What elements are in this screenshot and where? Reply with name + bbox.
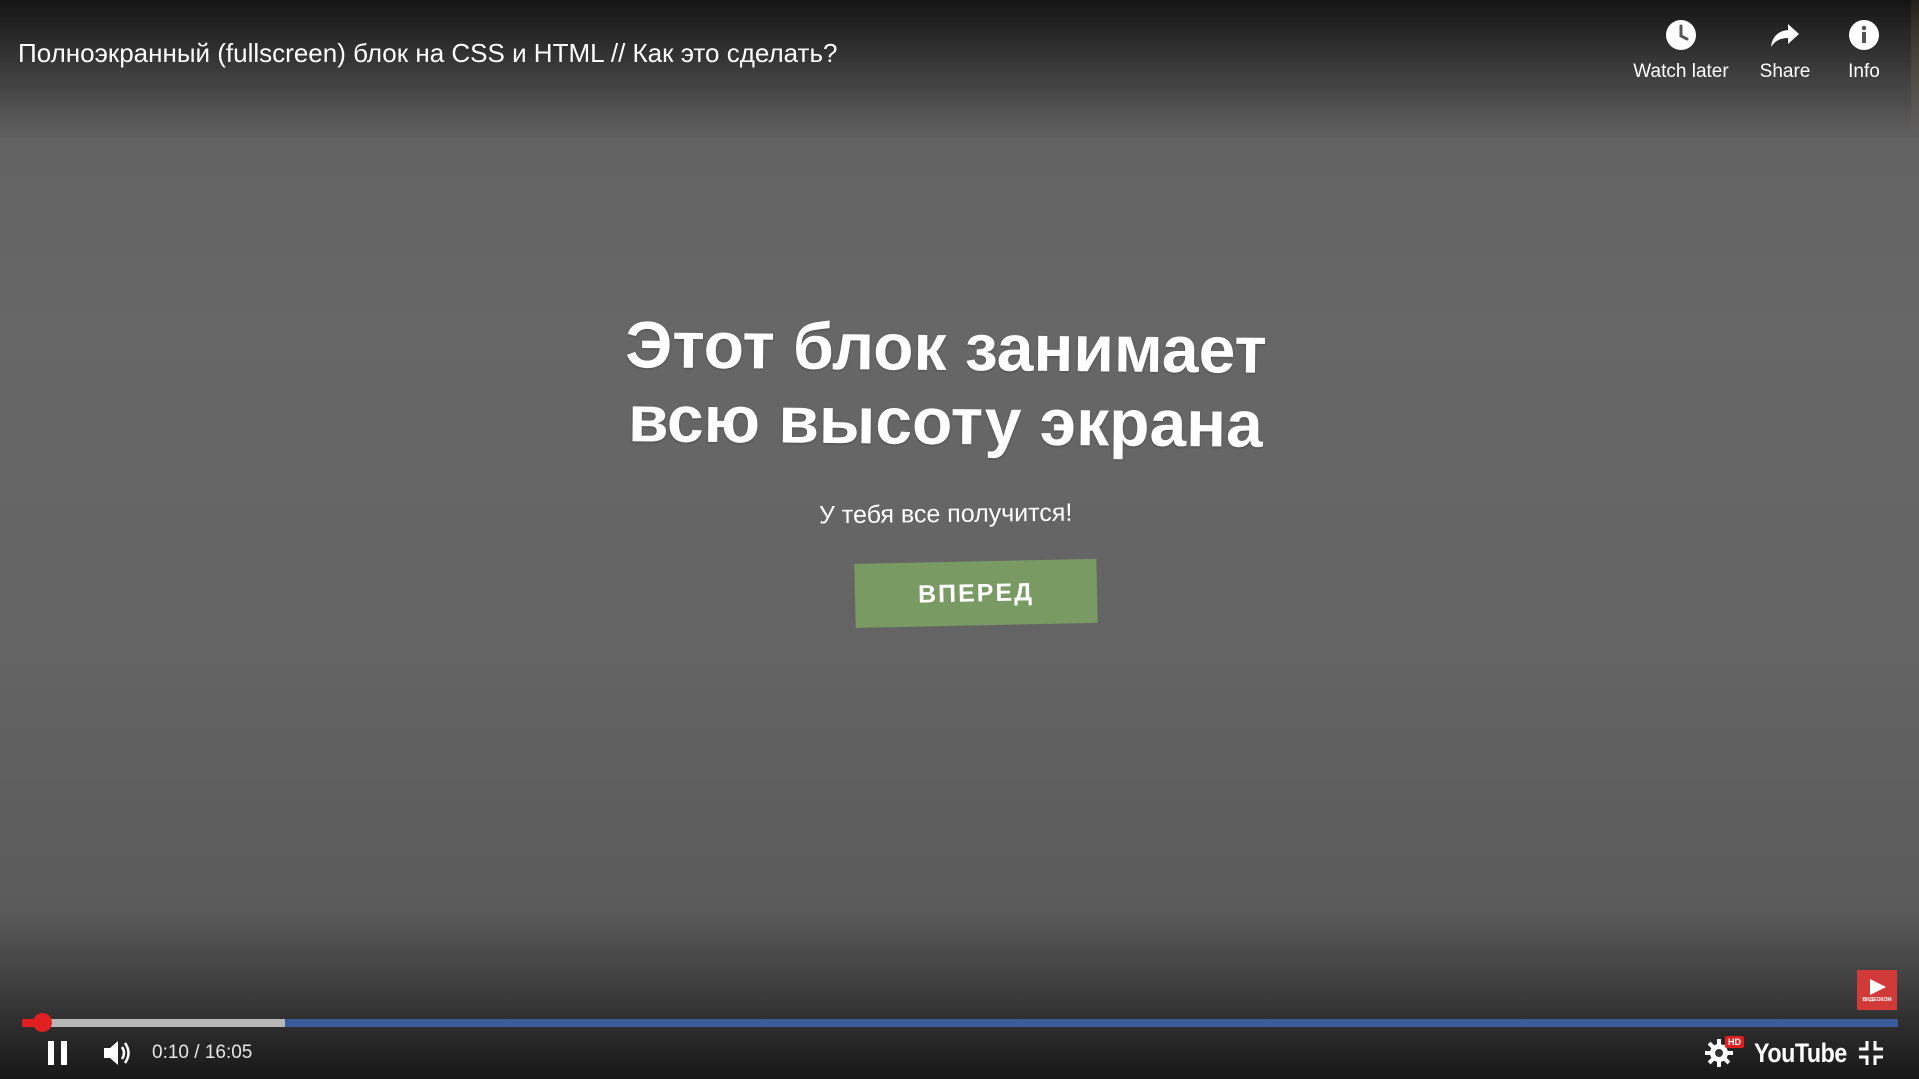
watch-later-button[interactable]: Watch later <box>1629 18 1733 83</box>
pause-icon <box>48 1041 67 1065</box>
fullscreen-block: Этот блок занимает всю высоту экрана У т… <box>0 307 1905 628</box>
settings-button[interactable]: HD <box>1700 1036 1744 1070</box>
channel-watermark[interactable]: ВИДЕОКОМ <box>1857 970 1897 1010</box>
share-label: Share <box>1759 61 1811 82</box>
info-icon <box>1849 20 1879 50</box>
volume-button[interactable] <box>102 1038 134 1068</box>
hero-title-line2: всю высоту экрана <box>627 381 1263 461</box>
exit-fullscreen-icon <box>1859 1041 1883 1065</box>
hero-subtitle: У тебя все получится! <box>818 498 1073 530</box>
top-actions: Watch later Share Info <box>1629 18 1891 83</box>
hero-title: Этот блок занимает всю высоту экрана <box>624 307 1267 461</box>
exit-fullscreen-button[interactable] <box>1856 1038 1886 1068</box>
forward-button[interactable]: ВПЕРЕД <box>853 558 1098 628</box>
play-logo-icon <box>1870 979 1886 995</box>
progress-scrubber[interactable] <box>33 1013 53 1032</box>
channel-watermark-text: ВИДЕОКОМ <box>1862 997 1892 1003</box>
info-label: Info <box>1848 61 1880 82</box>
video-title[interactable]: Полноэкранный (fullscreen) блок на CSS и… <box>18 38 837 69</box>
youtube-logo[interactable]: YouTube <box>1754 1038 1847 1069</box>
clock-icon <box>1666 20 1696 50</box>
progress-buffered <box>22 1019 285 1027</box>
hero-title-line1: Этот блок занимает <box>624 307 1267 387</box>
time-display: 0:10 / 16:05 <box>152 1042 253 1063</box>
info-button[interactable]: Info <box>1837 18 1891 83</box>
video-player[interactable]: Полноэкранный (fullscreen) блок на CSS и… <box>0 0 1919 1079</box>
progress-bar[interactable] <box>22 1013 1898 1032</box>
hd-badge: HD <box>1725 1036 1744 1048</box>
pause-button[interactable] <box>44 1038 72 1068</box>
volume-icon <box>104 1041 130 1065</box>
share-button[interactable]: Share <box>1753 18 1817 83</box>
share-arrow-icon <box>1771 24 1799 47</box>
control-bar: 0:10 / 16:05 HD YouTube <box>0 1034 1919 1072</box>
watch-later-label: Watch later <box>1633 61 1729 82</box>
